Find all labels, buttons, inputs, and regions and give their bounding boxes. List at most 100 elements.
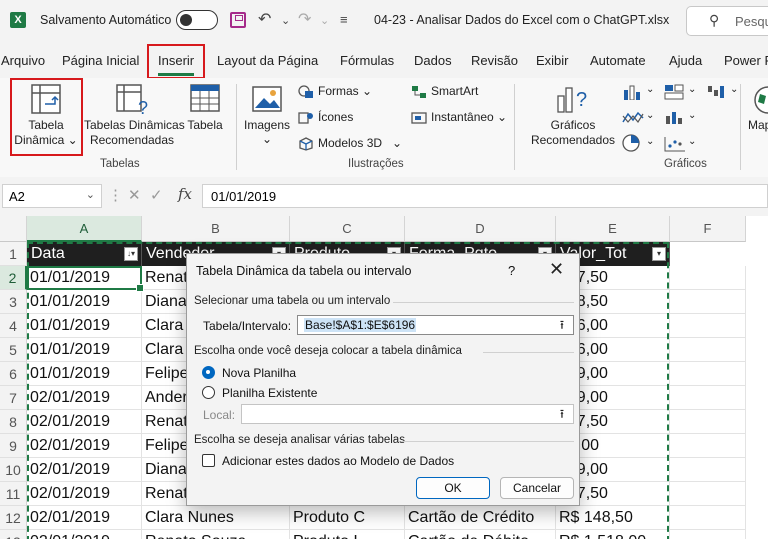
table-cell[interactable]: Cartão de Débito [405, 530, 556, 539]
column-chart-icon[interactable] [622, 84, 644, 100]
row-header[interactable]: 7 [0, 386, 27, 410]
tab-layout-da-pagina[interactable]: Layout da Página [217, 53, 318, 68]
table-cell[interactable]: 01/01/2019 [27, 266, 142, 290]
collapse-local-icon[interactable]: ⭱ [553, 405, 571, 423]
column-header[interactable]: B [142, 216, 290, 242]
table-cell[interactable]: 02/01/2019 [27, 482, 142, 506]
statistic-chart-dropdown-icon[interactable]: ⌄ [688, 110, 696, 121]
table-cell[interactable]: 01/01/2019 [27, 314, 142, 338]
empty-cell[interactable] [670, 266, 746, 290]
empty-cell[interactable] [670, 338, 746, 362]
row-header[interactable]: 13 [0, 530, 27, 539]
radio-existing-sheet[interactable] [202, 386, 215, 399]
row-header[interactable]: 9 [0, 434, 27, 458]
table-cell[interactable]: 02/01/2019 [27, 434, 142, 458]
local-input[interactable] [241, 404, 574, 424]
insert-function-icon[interactable]: fx [178, 185, 192, 203]
row-header[interactable]: 11 [0, 482, 27, 506]
empty-cell[interactable] [670, 290, 746, 314]
tab-power-pivot[interactable]: Power Pivot [724, 53, 768, 68]
search-box[interactable]: ⚲ Pesquisar [686, 6, 768, 36]
quick-access-menu-icon[interactable]: ≡ [340, 12, 348, 27]
table-cell[interactable]: 01/01/2019 [27, 338, 142, 362]
empty-cell[interactable] [670, 386, 746, 410]
undo-dropdown-icon[interactable]: ⌄ [281, 14, 290, 27]
empty-cell[interactable] [670, 458, 746, 482]
filter-dropdown-icon[interactable]: ▾ [652, 247, 666, 261]
line-chart-dropdown-icon[interactable]: ⌄ [646, 110, 654, 121]
pie-chart-dropdown-icon[interactable]: ⌄ [646, 136, 654, 147]
tab-pagina-inicial[interactable]: Página Inicial [62, 53, 139, 68]
scatter-chart-dropdown-icon[interactable]: ⌄ [688, 136, 696, 147]
line-chart-icon[interactable] [622, 110, 644, 126]
table-cell[interactable]: R$ 1.518,00 [556, 530, 670, 539]
table-cell[interactable]: Renato Souza [142, 530, 290, 539]
hierarchy-chart-dropdown-icon[interactable]: ⌄ [688, 84, 696, 95]
row-header[interactable]: 12 [0, 506, 27, 530]
column-chart-dropdown-icon[interactable]: ⌄ [646, 84, 654, 95]
tab-arquivo[interactable]: Arquivo [1, 53, 45, 68]
table-cell[interactable]: R$ 148,50 [556, 506, 670, 530]
row-header[interactable]: 3 [0, 290, 27, 314]
empty-cell[interactable] [670, 410, 746, 434]
icons-button[interactable]: Ícones [298, 110, 353, 125]
select-all-corner[interactable] [0, 216, 27, 242]
row-header[interactable]: 8 [0, 410, 27, 434]
row-header[interactable]: 2 [0, 266, 27, 290]
scatter-chart-icon[interactable] [664, 136, 686, 152]
table-cell[interactable]: 01/01/2019 [27, 290, 142, 314]
column-header[interactable]: C [290, 216, 405, 242]
enter-entry-icon[interactable]: ✓ [150, 186, 163, 204]
empty-cell[interactable] [670, 506, 746, 530]
sort-filter-icon[interactable]: ↓▾ [124, 247, 138, 261]
tab-exibir[interactable]: Exibir [536, 53, 569, 68]
table-cell[interactable]: Produto L [290, 530, 405, 539]
table-cell[interactable]: 02/01/2019 [27, 506, 142, 530]
name-box[interactable]: A2 ⌄ [2, 184, 102, 208]
waterfall-chart-dropdown-icon[interactable]: ⌄ [730, 84, 738, 95]
empty-cell[interactable] [670, 434, 746, 458]
tab-formulas[interactable]: Fórmulas [340, 53, 394, 68]
column-header[interactable]: F [670, 216, 746, 242]
redo-dropdown-icon[interactable]: ⌄ [320, 14, 329, 27]
empty-cell[interactable] [670, 314, 746, 338]
row-header[interactable]: 6 [0, 362, 27, 386]
column-header[interactable]: A [27, 216, 142, 242]
table-cell[interactable]: 02/01/2019 [27, 410, 142, 434]
cancel-entry-icon[interactable]: ✕ [128, 186, 141, 204]
formula-input[interactable]: 01/01/2019 [202, 184, 768, 208]
waterfall-chart-icon[interactable] [706, 84, 728, 100]
row-header[interactable]: 10 [0, 458, 27, 482]
table-cell[interactable]: 02/01/2019 [27, 530, 142, 539]
row-header[interactable]: 5 [0, 338, 27, 362]
statistic-chart-icon[interactable] [664, 110, 686, 126]
table-cell[interactable]: Produto C [290, 506, 405, 530]
table-cell[interactable]: 01/01/2019 [27, 362, 142, 386]
table-cell[interactable]: 02/01/2019 [27, 386, 142, 410]
screenshot-button[interactable]: Instantâneo ⌄ [411, 110, 507, 125]
help-icon[interactable]: ? [508, 263, 515, 278]
tab-automate[interactable]: Automate [590, 53, 646, 68]
table-cell[interactable]: Cartão de Crédito [405, 506, 556, 530]
save-icon[interactable] [230, 12, 246, 28]
redo-icon[interactable]: ↷ [298, 9, 311, 29]
radio-new-sheet[interactable] [202, 366, 215, 379]
add-to-data-model-checkbox[interactable] [202, 454, 215, 467]
cancel-button[interactable]: Cancelar [500, 477, 574, 499]
ok-button[interactable]: OK [416, 477, 490, 499]
autosave-toggle[interactable] [176, 10, 218, 30]
table-cell[interactable]: 02/01/2019 [27, 458, 142, 482]
column-header[interactable]: D [405, 216, 556, 242]
column-header[interactable]: E [556, 216, 670, 242]
empty-cell[interactable] [670, 482, 746, 506]
row-header[interactable]: 4 [0, 314, 27, 338]
range-input[interactable]: Base!$A$1:$E$6196 [297, 315, 574, 335]
undo-icon[interactable]: ↶ [258, 9, 271, 29]
tab-ajuda[interactable]: Ajuda [669, 53, 702, 68]
shapes-button[interactable]: Formas ⌄ [298, 84, 372, 99]
collapse-range-icon[interactable]: ⭱ [553, 316, 571, 334]
row-header[interactable]: 1 [0, 242, 27, 266]
hierarchy-chart-icon[interactable] [664, 84, 686, 100]
table-cell[interactable]: Clara Nunes [142, 506, 290, 530]
empty-cell[interactable] [670, 362, 746, 386]
